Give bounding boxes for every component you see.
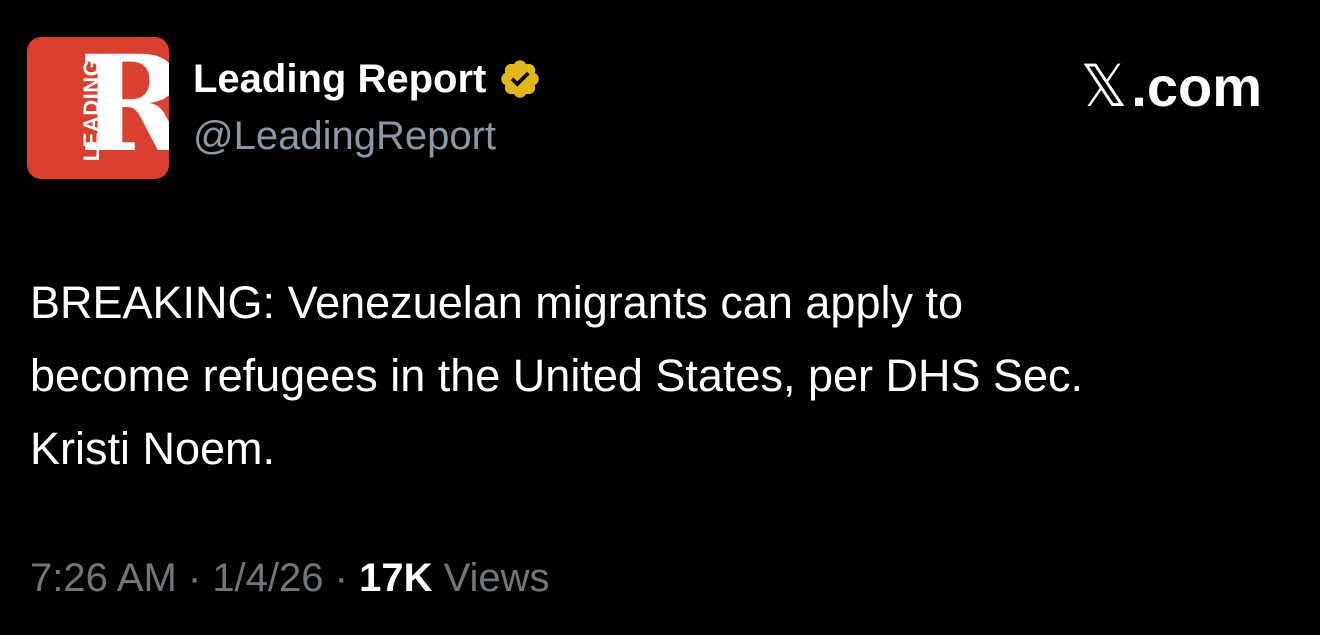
tweet-card: LEADING R Leading Report @LeadingReport …: [0, 0, 1320, 635]
verified-badge-icon: [501, 60, 540, 98]
tweet-meta: 7:26 AM · 1/4/26 · 17K Views: [30, 556, 550, 601]
author-handle[interactable]: @LeadingReport: [193, 114, 496, 159]
site-domain: .com: [1131, 54, 1262, 118]
avatar-letter: R: [79, 37, 169, 179]
tweet-time[interactable]: 7:26 AM: [30, 556, 177, 600]
avatar[interactable]: LEADING R: [27, 37, 169, 179]
meta-separator: ·: [323, 556, 360, 600]
meta-separator: ·: [176, 556, 213, 600]
views-label: Views: [432, 556, 550, 600]
views-count[interactable]: 17K: [359, 556, 432, 600]
author-name-row: Leading Report: [193, 55, 542, 103]
display-name[interactable]: Leading Report: [193, 57, 486, 102]
tweet-date[interactable]: 1/4/26: [212, 556, 323, 600]
tweet-text: BREAKING: Venezuelan migrants can apply …: [30, 277, 1084, 474]
x-logo-icon: 𝕏: [1080, 52, 1128, 120]
site-label: 𝕏 .com: [1081, 52, 1262, 120]
